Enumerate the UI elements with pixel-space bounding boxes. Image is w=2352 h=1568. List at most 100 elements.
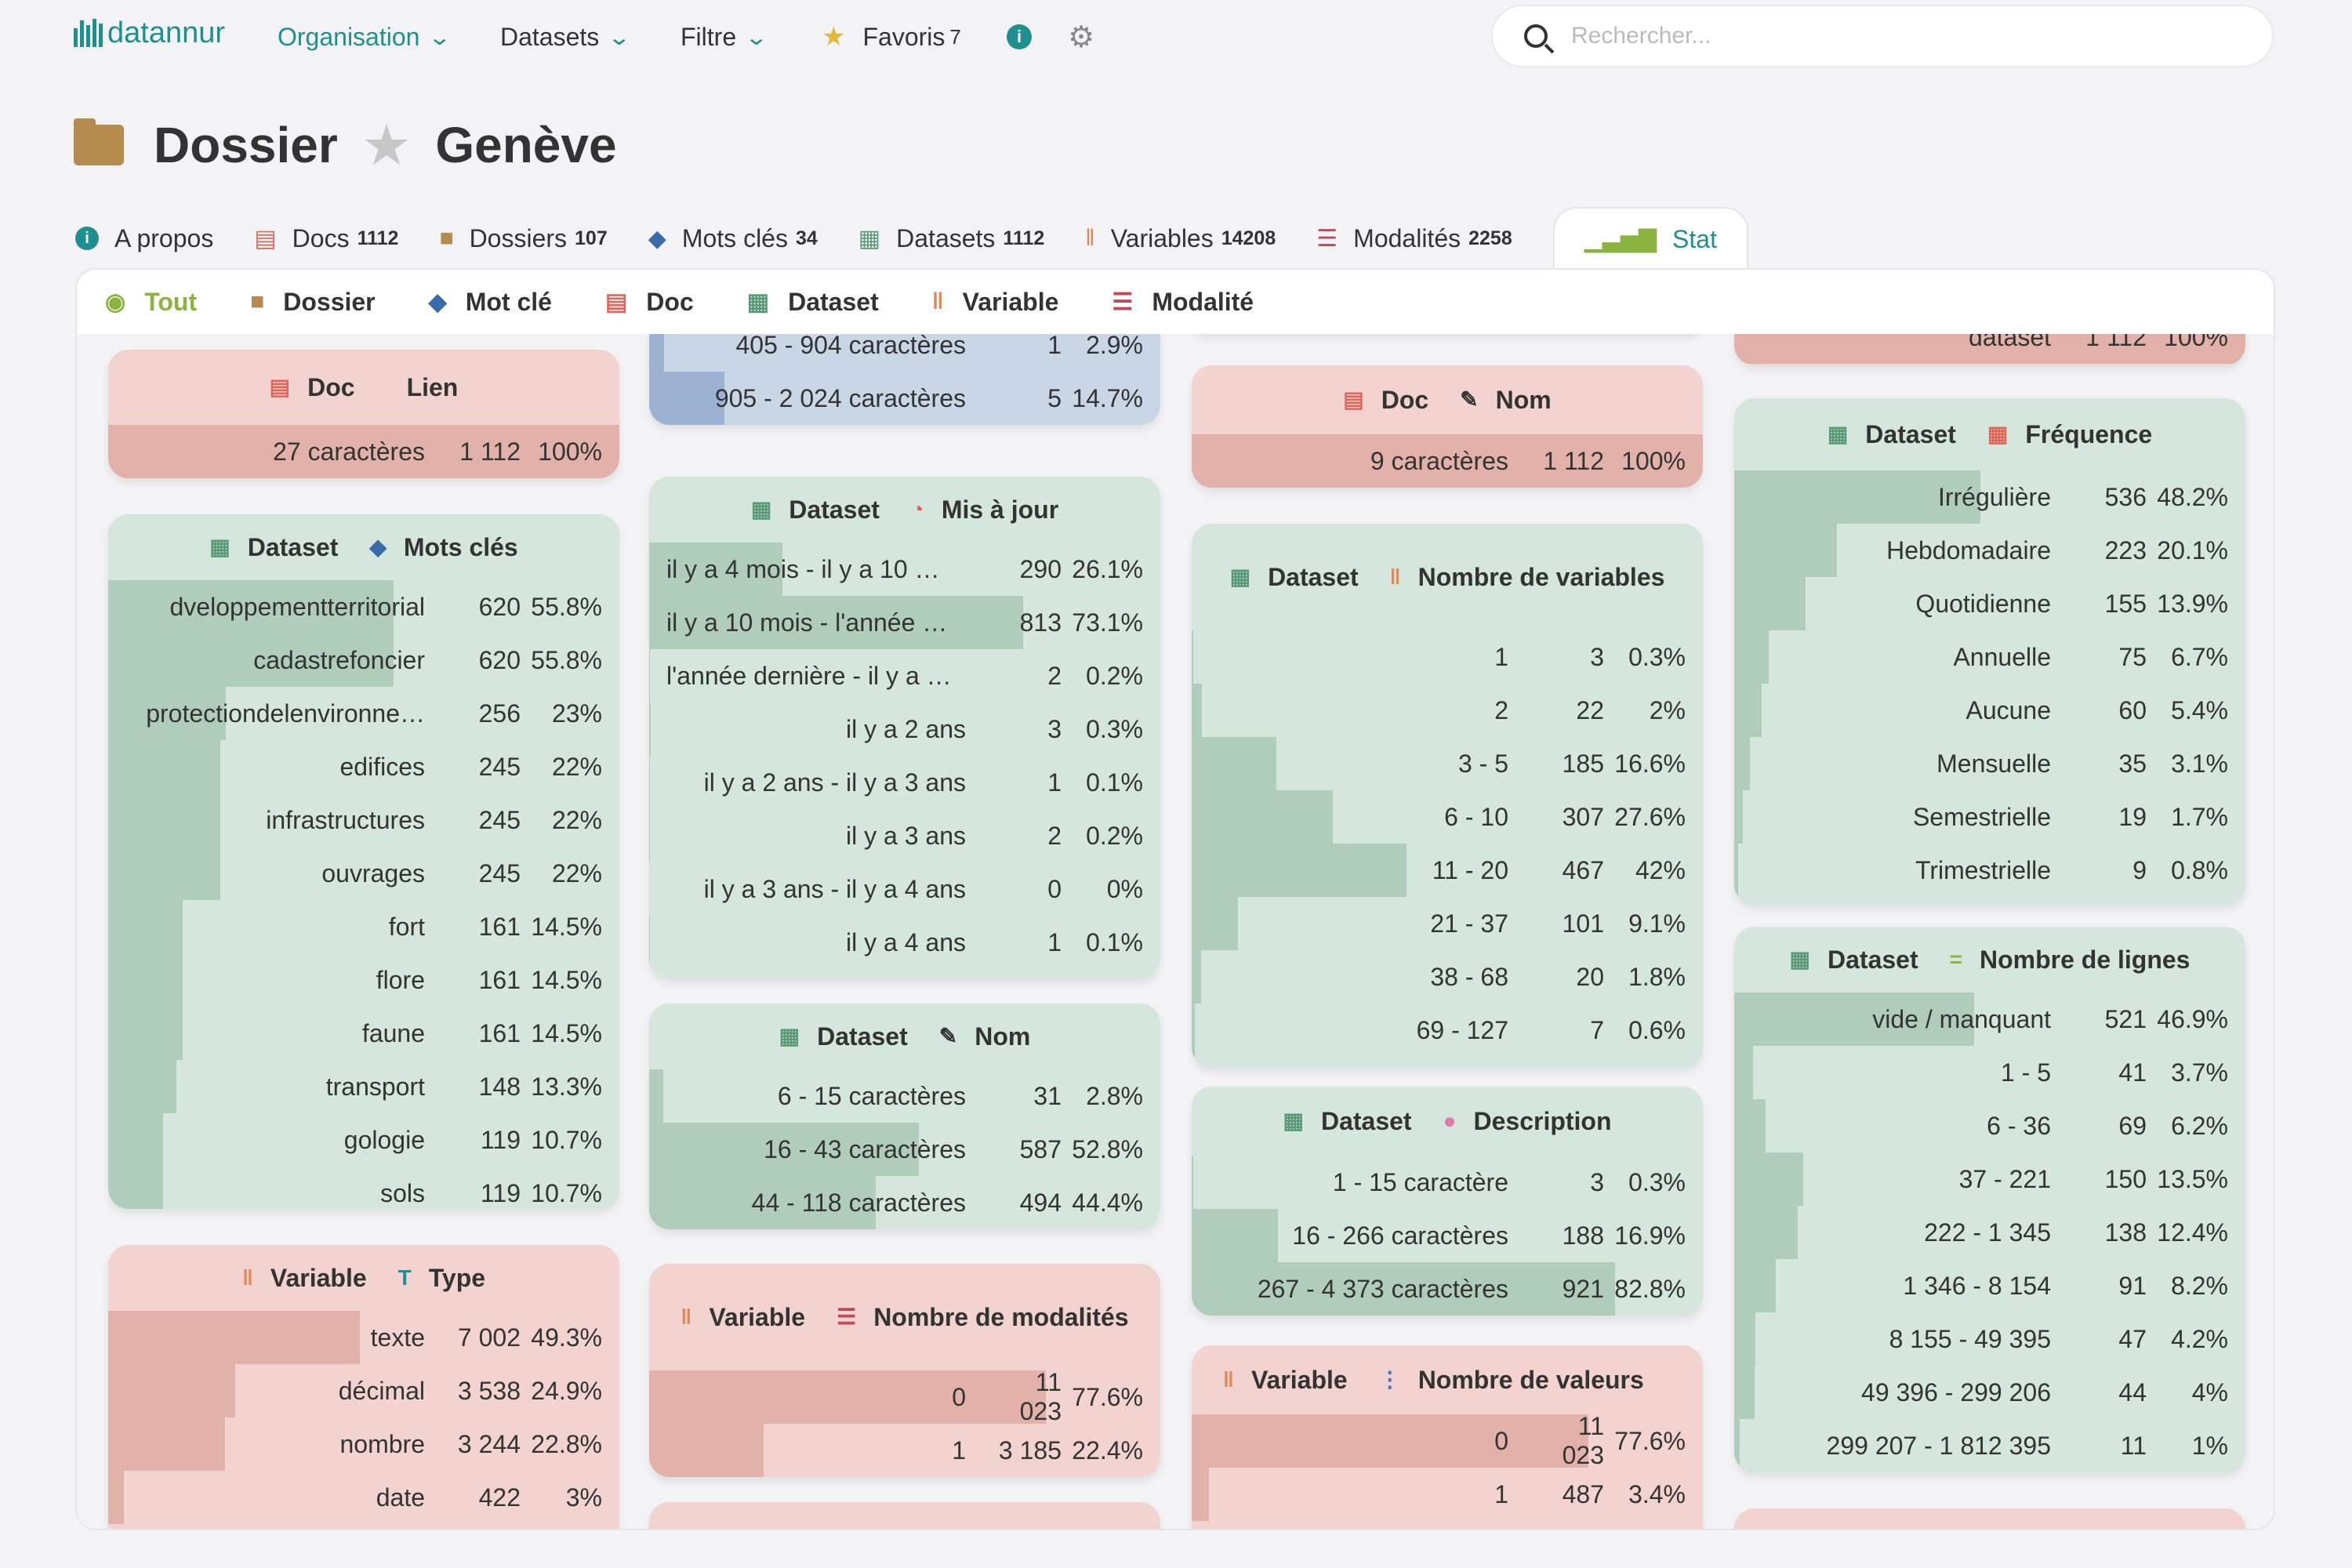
stat-row[interactable]: texte 7 002 49.3% [108, 1311, 619, 1364]
tab-stat[interactable]: ▁▃▅▇ Stat [1552, 207, 1748, 270]
stat-row[interactable]: il y a 3 ans - il y a 4 ans 0 0% [649, 862, 1160, 916]
stat-row[interactable]: 69 - 127 7 0.6% [1192, 1004, 1703, 1057]
subtab-dossier[interactable]: ■ Dossier [250, 288, 376, 317]
settings-button[interactable]: ⚙ [1068, 19, 1094, 55]
stat-row[interactable]: 1 - 5 41 3.7% [1734, 1046, 2245, 1099]
tab-a-propos[interactable]: i A propos [75, 207, 213, 270]
stat-row[interactable]: faune 161 14.5% [108, 1007, 619, 1060]
stat-row[interactable]: 21 - 37 101 9.1% [1192, 897, 1703, 950]
nav-organisation[interactable]: Organisation ⌄ [278, 19, 452, 55]
stat-row[interactable]: il y a 2 ans - il y a 3 ans 1 0.1% [649, 756, 1160, 809]
subtab-label: Modalité [1152, 287, 1254, 316]
stat-row[interactable]: l'année dernière - il y a … 2 0.2% [649, 649, 1160, 702]
stat-row[interactable]: fort 161 14.5% [108, 900, 619, 953]
search-input[interactable] [1571, 23, 2183, 49]
nav-filtre[interactable]: Filtre ⌄ [681, 19, 768, 55]
stat-label: 6 - 36 [1987, 1111, 2051, 1140]
stat-row[interactable]: date 422 3% [108, 1471, 619, 1524]
nav-datasets[interactable]: Datasets ⌄ [500, 19, 631, 55]
stat-row[interactable]: 405 - 904 caractères 1 2.9% [649, 334, 1160, 372]
stat-row[interactable]: 6 - 10 307 27.6% [1192, 790, 1703, 844]
tab-variables[interactable]: ‖ Variables 14208 [1085, 207, 1276, 270]
subtab-dataset[interactable]: ▦ Dataset [747, 288, 879, 317]
stat-row[interactable]: il y a 2 ans 3 0.3% [649, 702, 1160, 756]
stat-row[interactable]: 905 - 2 024 caractères 5 14.7% [649, 372, 1160, 425]
nav-favoris[interactable]: ★ Favoris 7 [822, 19, 961, 55]
stat-row[interactable]: 49 396 - 299 206 44 4% [1734, 1366, 2245, 1419]
stat-row[interactable]: 1 3 185 22.4% [649, 1424, 1160, 1477]
stat-row[interactable]: flore 161 14.5% [108, 953, 619, 1007]
stat-row[interactable]: 37 - 221 150 13.5% [1734, 1152, 2245, 1206]
subtab-doc[interactable]: ▤ Doc [605, 288, 694, 317]
stat-percent: 52.8% [1072, 1134, 1143, 1163]
stat-subtabs: ◉ Tout ■ Dossier ◆ Mot clé ▤ Doc ▦ Dataset ‖ V… [105, 270, 1307, 334]
subtab-variable[interactable]: ‖ Variable [932, 288, 1059, 317]
stat-row[interactable]: dveloppementterritorial 620 55.8% [108, 580, 619, 633]
stat-row[interactable]: protectiondelenvironne… 256 23% [108, 687, 619, 740]
stat-percent: 4.2% [2171, 1324, 2228, 1353]
stat-row[interactable]: dataset 1 112 100% [1734, 334, 2245, 364]
stat-row[interactable]: 3 - 5 185 16.6% [1192, 737, 1703, 790]
info-button[interactable]: i [1007, 19, 1032, 55]
stat-row[interactable]: Annuelle 75 6.7% [1734, 630, 2245, 684]
favorite-star-icon[interactable]: ★ [361, 112, 412, 178]
stat-row[interactable]: sols 119 10.7% [108, 1167, 619, 1209]
stat-row[interactable]: 11 - 20 467 42% [1192, 844, 1703, 897]
stat-row[interactable]: 38 - 68 20 1.8% [1192, 950, 1703, 1004]
stat-row[interactable]: nombre 3 244 22.8% [108, 1417, 619, 1471]
stat-row[interactable]: Mensuelle 35 3.1% [1734, 737, 2245, 790]
stat-row[interactable]: 267 - 4 373 caractères 921 82.8% [1192, 1262, 1703, 1316]
stat-row[interactable]: 6 - 36 69 6.2% [1734, 1099, 2245, 1152]
stat-percent: 5.4% [2171, 695, 2228, 724]
stat-row[interactable]: gologie 119 10.7% [108, 1113, 619, 1167]
stat-row[interactable]: vide / manquant 521 46.9% [1734, 993, 2245, 1046]
stat-row[interactable]: 0 11 023 77.6% [1192, 1412, 1703, 1469]
tab-docs[interactable]: ▤ Docs 1112 [254, 207, 398, 270]
stat-row[interactable]: il y a 4 ans 1 0.1% [649, 916, 1160, 969]
stat-row[interactable]: 0 11 023 77.6% [649, 1368, 1160, 1425]
stat-row[interactable]: 1 487 3.4% [1192, 1468, 1703, 1521]
stat-row[interactable]: 1 3 0.3% [1192, 630, 1703, 684]
search-box[interactable] [1491, 5, 2274, 67]
stat-row[interactable]: Hebdomadaire 223 20.1% [1734, 524, 2245, 577]
subtab-label: Tout [144, 287, 198, 316]
stat-row[interactable]: 299 207 - 1 812 395 11 1% [1734, 1419, 2245, 1472]
logo[interactable]: datannur [74, 16, 225, 50]
stat-row[interactable]: décimal 3 538 24.9% [108, 1364, 619, 1417]
dots-icon: ⋮ [1378, 1367, 1401, 1392]
stat-row[interactable]: cadastrefoncier 620 55.8% [108, 633, 619, 687]
stat-row[interactable]: 222 - 1 345 138 12.4% [1734, 1206, 2245, 1259]
stat-row[interactable]: Aucune 60 5.4% [1734, 684, 2245, 737]
subtab-modalite[interactable]: ☰ Modalité [1112, 288, 1254, 317]
stat-row[interactable]: 44 - 118 caractères 494 44.4% [649, 1176, 1160, 1229]
subtab-tout[interactable]: ◉ Tout [105, 288, 197, 317]
stat-row[interactable]: 16 - 266 caractères 188 16.9% [1192, 1209, 1703, 1262]
stat-row[interactable]: Irrégulière 536 48.2% [1734, 470, 2245, 524]
stat-row[interactable]: edifices 245 22% [108, 740, 619, 793]
stat-card-variable-nombre-valeurs: ‖ Variable ⋮ Nombre de valeurs 0 11 023 77.6%… [1192, 1345, 1703, 1529]
stat-row[interactable]: 1 346 - 8 154 91 8.2% [1734, 1259, 2245, 1312]
stat-row[interactable]: 9 caractères 1 112 100% [1192, 434, 1703, 488]
subtab-mot-cle[interactable]: ◆ Mot clé [429, 288, 552, 317]
stat-row[interactable]: 1 - 15 caractère 3 0.3% [1192, 1156, 1703, 1209]
tab-mots-cles[interactable]: ◆ Mots clés 34 [648, 207, 818, 270]
stat-row[interactable]: 27 caractères 1 112 100% [108, 425, 619, 478]
stat-row[interactable]: il y a 10 mois - l'année … 813 73.1% [649, 596, 1160, 649]
stat-row[interactable]: il y a 3 ans 2 0.2% [649, 809, 1160, 862]
stat-count: 101 [1562, 909, 1604, 938]
stat-row[interactable]: 2 22 2% [1192, 684, 1703, 737]
stat-row[interactable]: 6 - 15 caractères 31 2.8% [649, 1069, 1160, 1123]
stat-row[interactable]: Semestrielle 19 1.7% [1734, 790, 2245, 844]
stat-row[interactable]: 16 - 43 caractères 587 52.8% [649, 1123, 1160, 1176]
tab-modalites[interactable]: ☰ Modalités 2258 [1316, 207, 1512, 270]
stat-percent: 8.2% [2171, 1271, 2228, 1300]
tab-dossiers[interactable]: ■ Dossiers 107 [439, 207, 607, 270]
stat-row[interactable]: il y a 4 mois - il y a 10 … 290 26.1% [649, 543, 1160, 596]
stat-row[interactable]: Trimestrielle 9 0.8% [1734, 844, 2245, 897]
stat-row[interactable]: transport 148 13.3% [108, 1060, 619, 1113]
stat-row[interactable]: infrastructures 245 22% [108, 793, 619, 847]
stat-row[interactable]: 8 155 - 49 395 47 4.2% [1734, 1312, 2245, 1366]
stat-row[interactable]: Quotidienne 155 13.9% [1734, 577, 2245, 630]
stat-row[interactable]: ouvrages 245 22% [108, 847, 619, 900]
tab-datasets[interactable]: ▦ Datasets 1112 [858, 207, 1045, 270]
